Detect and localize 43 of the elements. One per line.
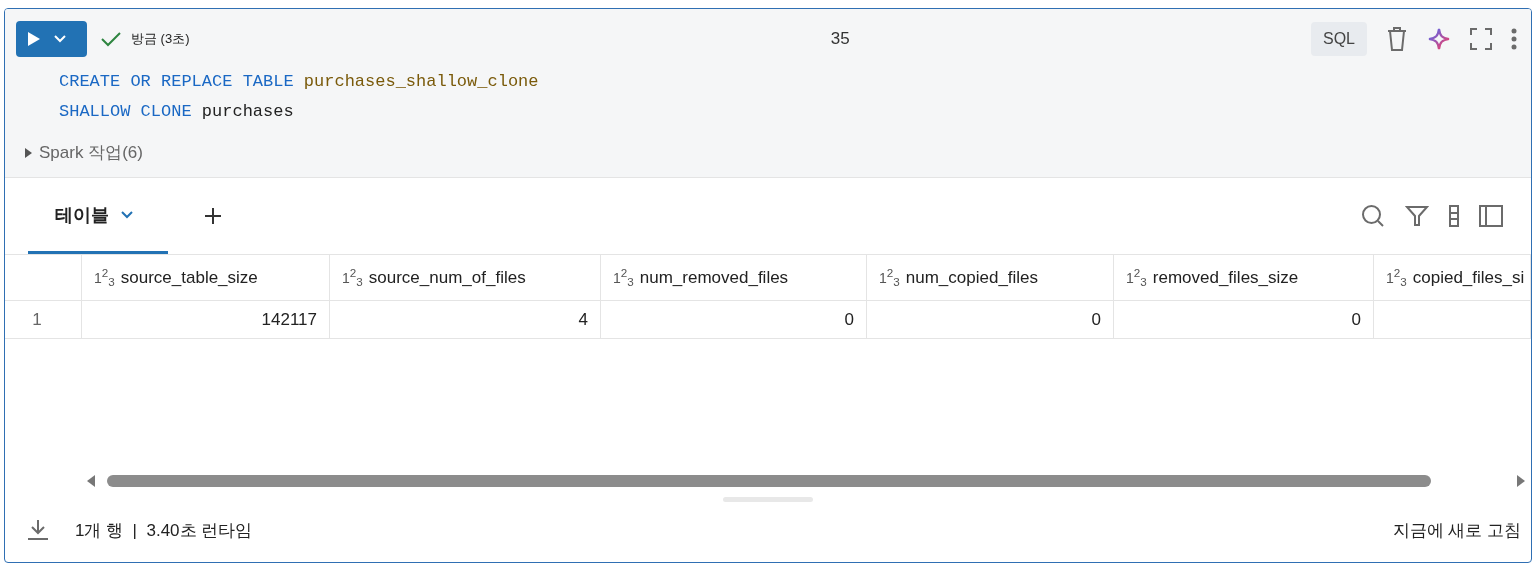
result-summary: 1개 행 | 3.40초 런타임: [75, 519, 253, 542]
chevron-down-icon: [54, 35, 66, 43]
table-cell: 4: [330, 301, 601, 339]
language-button[interactable]: SQL: [1311, 22, 1367, 56]
column-name: source_num_of_files: [368, 267, 526, 288]
column-header[interactable]: 1$^{2}$$_{3}$ num_removed_files: [601, 255, 867, 301]
caret-right-icon: [25, 147, 33, 158]
code-editor[interactable]: CREATE OR REPLACE TABLE purchases_shallow_clone SHALLOW CLONE purchases: [5, 57, 1531, 127]
column-header[interactable]: 1$^{2}$$_{3}$ removed_files_size: [1114, 255, 1374, 301]
column-name: source_table_size: [120, 267, 258, 288]
horizontal-scrollbar[interactable]: [87, 473, 1525, 489]
refresh-status: 지금에 새로 고침: [1392, 519, 1521, 542]
table-cell: 0: [1114, 301, 1374, 339]
sidebar-icon[interactable]: [1479, 205, 1503, 227]
column-name: removed_files_size: [1152, 267, 1299, 288]
result-tab[interactable]: 테이블: [28, 178, 168, 254]
column-header[interactable]: 1$^{2}$$_{3}$ copied_files_si: [1374, 255, 1531, 301]
column-name: copied_files_si: [1412, 267, 1525, 288]
column-header[interactable]: 1$^{2}$$_{3}$ source_table_size: [82, 255, 330, 301]
trash-icon[interactable]: [1385, 26, 1409, 52]
table-cell: 142117: [82, 301, 330, 339]
scroll-left-icon[interactable]: [87, 475, 95, 487]
cell-number: 35: [830, 29, 850, 49]
row-number: 1: [5, 301, 82, 339]
column-name: num_removed_files: [639, 267, 789, 288]
column-header[interactable]: 1$^{2}$$_{3}$ num_copied_files: [867, 255, 1114, 301]
fullscreen-icon[interactable]: [1469, 27, 1493, 51]
play-icon: [28, 32, 40, 46]
column-header[interactable]: 1$^{2}$$_{3}$ source_num_of_files: [330, 255, 601, 301]
run-button[interactable]: [16, 21, 87, 57]
columns-icon[interactable]: [1449, 205, 1459, 227]
chevron-down-icon: [121, 210, 133, 219]
spark-jobs-toggle[interactable]: Spark 작업(6): [25, 141, 1531, 164]
column-name: num_copied_files: [905, 267, 1039, 288]
filter-icon[interactable]: [1405, 204, 1429, 228]
scroll-right-icon[interactable]: [1517, 475, 1525, 487]
more-icon[interactable]: [1511, 28, 1517, 50]
run-status: 방금 (3초): [131, 30, 190, 48]
download-icon[interactable]: [27, 519, 49, 541]
search-icon[interactable]: [1361, 204, 1385, 228]
table-cell: 0: [867, 301, 1114, 339]
sparkle-icon[interactable]: [1427, 27, 1451, 51]
table-cell: 0: [601, 301, 867, 339]
